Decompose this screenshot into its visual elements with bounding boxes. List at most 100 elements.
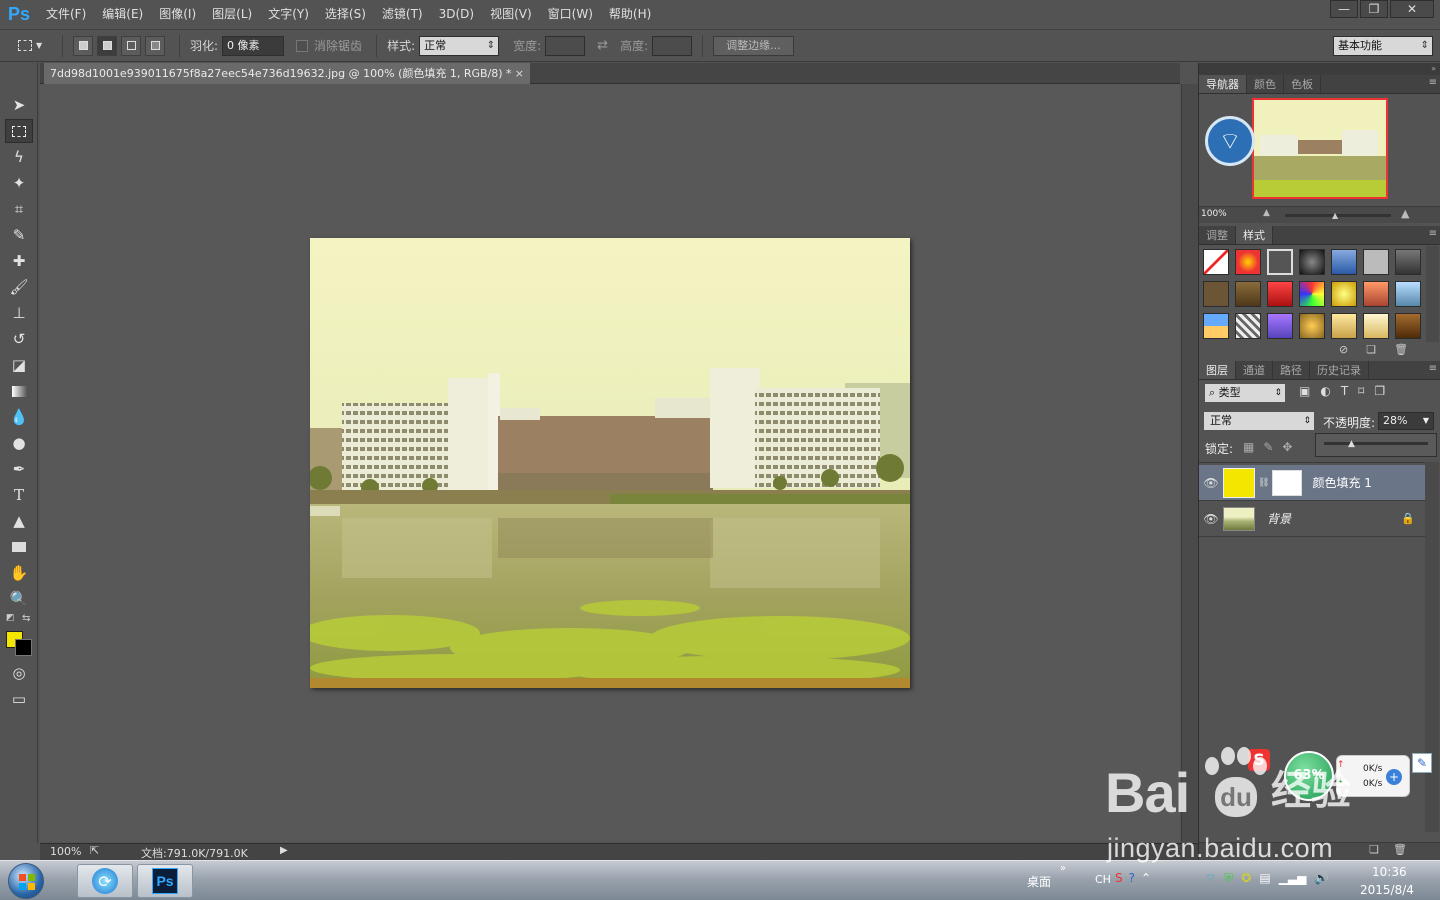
visibility-eye-icon[interactable]: 👁	[1199, 476, 1223, 490]
blend-mode-select[interactable]: 正常 ⇕	[1204, 412, 1314, 430]
zoom-tool-icon[interactable]: 🔍	[5, 587, 33, 611]
history-brush-tool-icon[interactable]: ↺	[5, 327, 33, 351]
wrench-icon[interactable]: ✎	[1412, 753, 1432, 773]
refine-edge-button[interactable]: 调整边缘...	[713, 35, 794, 56]
export-icon[interactable]: ⇱	[90, 844, 99, 857]
desktop-toolbar-label[interactable]: 桌面	[1027, 873, 1051, 890]
style-tile[interactable]	[1331, 249, 1357, 275]
style-tile[interactable]	[1267, 281, 1293, 307]
sogou-logo-icon[interactable]: S	[1248, 749, 1270, 771]
layer-mask-thumbnail[interactable]	[1272, 469, 1303, 496]
style-tile[interactable]	[1363, 281, 1389, 307]
layer-row-color-fill[interactable]: 👁 ⛓ 颜色填充 1	[1199, 465, 1425, 501]
opacity-slider-popup[interactable]: ▲	[1315, 433, 1437, 457]
style-tile[interactable]	[1395, 313, 1421, 339]
style-tile[interactable]	[1203, 313, 1229, 339]
antialias-checkbox[interactable]	[296, 39, 309, 52]
tab-layers[interactable]: 图层	[1199, 361, 1236, 379]
menu-edit[interactable]: 编辑(E)	[94, 0, 151, 28]
style-tile[interactable]	[1395, 249, 1421, 275]
rectangle-tool-icon[interactable]	[5, 535, 33, 559]
new-layer-icon[interactable]: ❏	[1369, 843, 1393, 856]
layer-filter-select[interactable]: ⌕ 类型 ⇕	[1205, 384, 1285, 402]
style-tile[interactable]	[1267, 249, 1293, 275]
type-filter-icon[interactable]: T	[1341, 384, 1358, 398]
gradient-tool-icon[interactable]	[5, 379, 33, 403]
lock-transparency-icon[interactable]: ▦	[1243, 440, 1263, 454]
style-select[interactable]: 正常	[419, 35, 500, 56]
collapse-panels-icon[interactable]: »	[1199, 63, 1440, 75]
subtract-selection-icon[interactable]	[121, 35, 141, 56]
style-tile[interactable]	[1331, 281, 1357, 307]
marquee-preset-icon[interactable]: ▼	[18, 36, 52, 56]
feather-input[interactable]: 0 像素	[222, 35, 285, 56]
crop-tool-icon[interactable]: ⌗	[5, 197, 33, 221]
new-selection-icon[interactable]	[73, 35, 93, 56]
background-layer-thumbnail[interactable]	[1223, 506, 1255, 531]
rect-marquee-tool-icon[interactable]	[5, 119, 33, 143]
menu-window[interactable]: 窗口(W)	[540, 0, 601, 28]
close-icon[interactable]: ✕	[1390, 0, 1434, 18]
dodge-tool-icon[interactable]: ●	[5, 431, 33, 455]
visibility-eye-icon[interactable]: 👁	[1199, 512, 1223, 526]
background-color-swatch[interactable]	[15, 639, 32, 656]
menu-image[interactable]: 图像(I)	[151, 0, 204, 28]
magic-wand-tool-icon[interactable]: ✦	[5, 171, 33, 195]
new-style-icon[interactable]: ❏	[1366, 343, 1394, 356]
panel-menu-icon[interactable]: ≡	[1429, 228, 1437, 239]
layer-row-background[interactable]: 👁 背景 🔒	[1199, 501, 1425, 537]
toolbar-expand-icon[interactable]: »	[1060, 863, 1066, 874]
clone-stamp-tool-icon[interactable]: ⊥	[5, 301, 33, 325]
tab-color[interactable]: 颜色	[1247, 75, 1284, 93]
style-tile[interactable]	[1235, 313, 1261, 339]
tray-app-icon[interactable]: ✪	[1241, 871, 1251, 886]
network-icon[interactable]: ▤	[1259, 871, 1270, 886]
opacity-input[interactable]: 28% ▼	[1378, 412, 1434, 430]
lock-position-icon[interactable]: ✥	[1282, 440, 1301, 454]
tab-styles[interactable]: 样式	[1236, 226, 1273, 244]
menu-help[interactable]: 帮助(H)	[601, 0, 659, 28]
style-tile[interactable]	[1331, 313, 1357, 339]
minimize-icon[interactable]: —	[1330, 0, 1358, 18]
language-indicator[interactable]: CH	[1095, 873, 1111, 886]
styles-scrollbar[interactable]	[1426, 246, 1439, 342]
clear-style-icon[interactable]: ⊘	[1339, 343, 1366, 356]
menu-view[interactable]: 视图(V)	[482, 0, 540, 28]
width-input[interactable]	[545, 35, 586, 56]
brush-tool-icon[interactable]: 🖌	[5, 275, 33, 299]
tab-navigator[interactable]: 导航器	[1199, 75, 1247, 93]
smart-object-filter-icon[interactable]: ❐	[1374, 384, 1395, 398]
move-tool-icon[interactable]: ➤	[5, 93, 33, 117]
start-button[interactable]	[8, 863, 44, 899]
adjustment-filter-icon[interactable]: ◐	[1320, 384, 1340, 398]
document-tab[interactable]: 7dd98d1001e939011675f8a27eec54e736d19632…	[44, 63, 530, 84]
sogou-ime-icon[interactable]: S	[1115, 871, 1123, 885]
swap-icon[interactable]: ⇄	[597, 38, 608, 53]
navigator-thumbnail[interactable]	[1252, 98, 1388, 199]
menu-filter[interactable]: 滤镜(T)	[374, 0, 431, 28]
clock-time[interactable]: 10:36	[1372, 865, 1407, 879]
lasso-tool-icon[interactable]: ϟ	[5, 145, 33, 169]
screen-mode-icon[interactable]: ▭	[5, 687, 33, 711]
lock-pixels-icon[interactable]: ✎	[1263, 440, 1282, 454]
menu-file[interactable]: 文件(F)	[38, 0, 94, 28]
canvas-scrollbar[interactable]	[1181, 84, 1198, 842]
style-tile[interactable]	[1299, 281, 1325, 307]
navigator-zoom[interactable]: 100%	[1201, 209, 1227, 219]
opacity-slider-track[interactable]	[1324, 442, 1428, 445]
tab-channels[interactable]: 通道	[1236, 361, 1273, 379]
wifi-icon[interactable]: ⌔	[1205, 116, 1255, 166]
opacity-slider-thumb-icon[interactable]: ▲	[1348, 439, 1355, 449]
style-none-icon[interactable]	[1203, 249, 1229, 275]
taskbar-photoshop-button[interactable]: Ps	[137, 864, 193, 898]
wifi-tray-icon[interactable]: ⌔	[1205, 871, 1216, 886]
add-icon[interactable]: +	[1386, 769, 1402, 785]
tab-history[interactable]: 历史记录	[1310, 361, 1369, 379]
menu-select[interactable]: 选择(S)	[317, 0, 374, 28]
panel-menu-icon[interactable]: ≡	[1429, 77, 1437, 88]
delete-style-icon[interactable]: 🗑	[1394, 343, 1426, 356]
blur-tool-icon[interactable]: 💧	[5, 405, 33, 429]
style-tile[interactable]	[1363, 249, 1389, 275]
workspace-select[interactable]: 基本功能	[1333, 35, 1433, 56]
intersect-selection-icon[interactable]	[145, 35, 165, 56]
